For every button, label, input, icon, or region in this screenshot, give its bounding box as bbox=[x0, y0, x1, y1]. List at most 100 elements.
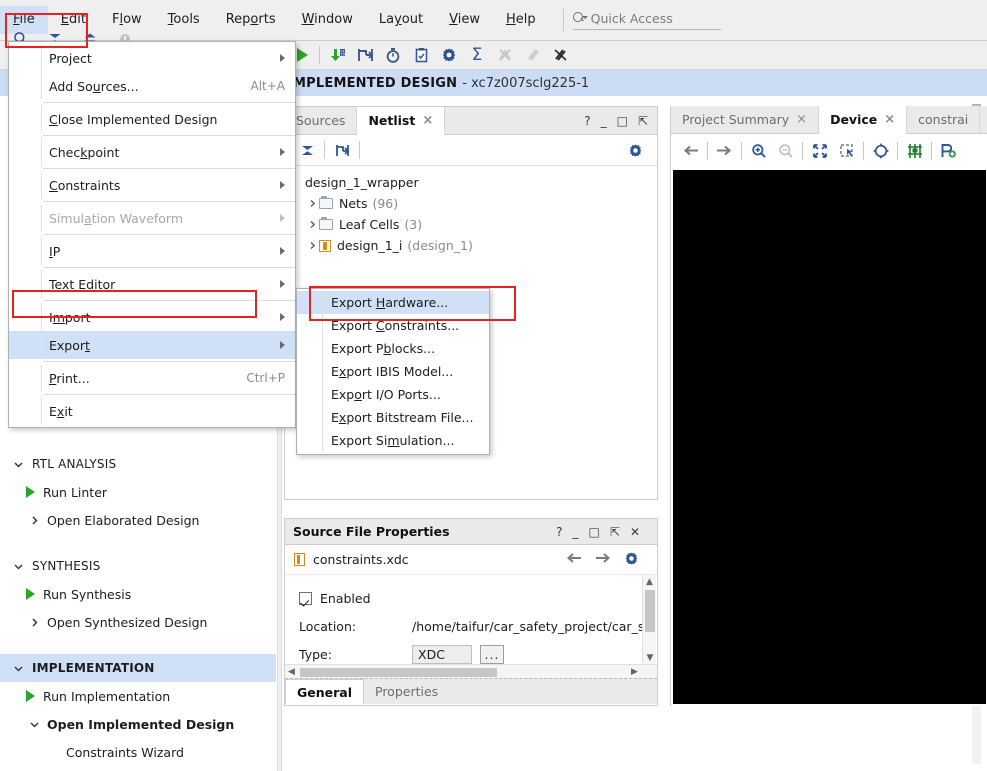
netlist-tree-row[interactable]: Leaf Cells (3) bbox=[285, 214, 657, 235]
flow-section-implementation[interactable]: IMPLEMENTATION bbox=[0, 654, 276, 682]
export-menu-item-export-i-o-ports[interactable]: Export I/O Ports... bbox=[297, 383, 489, 406]
file-menu-item-text-editor[interactable]: Text Editor bbox=[9, 270, 295, 298]
quick-access-input[interactable]: Quick Access bbox=[591, 11, 673, 26]
forward-arrow-icon[interactable] bbox=[595, 552, 611, 567]
file-menu-item-import[interactable]: Import bbox=[9, 303, 295, 331]
export-submenu-popup[interactable]: Export Hardware... Export Constraints... E… bbox=[296, 288, 490, 455]
file-menu-popup[interactable]: Project Add Sources... Alt+A Close Implemen… bbox=[8, 41, 296, 428]
netlist-tree-row[interactable]: Nets (96) bbox=[285, 193, 657, 214]
routing-icon[interactable] bbox=[901, 139, 928, 163]
tab-constrai[interactable]: constrai bbox=[907, 106, 981, 133]
help-icon[interactable]: ? bbox=[556, 526, 562, 538]
export-menu-item-export-constraints[interactable]: Export Constraints... bbox=[297, 314, 489, 337]
add-pblock-icon[interactable] bbox=[935, 139, 962, 163]
menubar-item-tools[interactable]: Tools bbox=[155, 6, 213, 34]
flow-item-constraints-wizard[interactable]: Constraints Wizard bbox=[0, 738, 276, 766]
enabled-row[interactable]: Enabled bbox=[299, 584, 657, 612]
export-menu-item-export-bitstream-file[interactable]: Export Bitstream File... bbox=[297, 406, 489, 429]
sfp-vertical-scrollbar[interactable]: ▲ ▼ bbox=[642, 575, 656, 664]
unmark-icon[interactable] bbox=[547, 43, 575, 67]
file-menu-item-export[interactable]: Export bbox=[9, 331, 295, 359]
zoom-in-icon[interactable] bbox=[745, 139, 772, 163]
hscroll-thumb[interactable] bbox=[300, 668, 497, 677]
file-menu-item-print[interactable]: Print... Ctrl+P bbox=[9, 364, 295, 392]
settings-icon[interactable] bbox=[435, 43, 463, 67]
menubar-item-reports[interactable]: Reports bbox=[213, 6, 289, 34]
help-icon[interactable]: ? bbox=[584, 115, 590, 127]
flow-item-open-elaborated-design[interactable]: Open Elaborated Design bbox=[0, 506, 276, 534]
float-icon[interactable]: ⇱ bbox=[638, 115, 648, 127]
sfp-horizontal-scrollbar[interactable]: ◀ ▶ bbox=[285, 664, 657, 678]
collapse-all-icon[interactable] bbox=[293, 138, 321, 162]
flow-item-run-synthesis[interactable]: Run Synthesis bbox=[0, 580, 276, 608]
minimize-icon[interactable]: _ bbox=[573, 526, 579, 538]
maximize-icon[interactable]: □ bbox=[617, 115, 628, 127]
back-arrow-icon[interactable] bbox=[677, 139, 704, 163]
netlist-tree[interactable]: design_1_wrapper Nets (96) Leaf Cells (3) des… bbox=[285, 166, 657, 256]
chevron-right-icon[interactable] bbox=[26, 515, 42, 526]
flow-item-open-implemented-design[interactable]: Open Implemented Design bbox=[0, 710, 276, 738]
chevron-right-icon[interactable] bbox=[305, 199, 319, 208]
file-menu-item-exit[interactable]: Exit bbox=[9, 397, 295, 425]
chevron-right-icon[interactable] bbox=[305, 220, 319, 229]
chevron-down-icon[interactable] bbox=[26, 719, 42, 730]
netlist-tree-row[interactable]: design_1_i (design_1) bbox=[285, 235, 657, 256]
quick-access[interactable]: Quick Access bbox=[572, 11, 721, 30]
flow-item-open-synthesized-design[interactable]: Open Synthesized Design bbox=[0, 608, 276, 636]
chevron-right-icon[interactable] bbox=[26, 617, 42, 628]
minimize-icon[interactable]: _ bbox=[601, 115, 607, 127]
close-icon[interactable]: × bbox=[884, 112, 895, 127]
sum-icon[interactable]: Σ bbox=[463, 43, 491, 67]
file-menu-item-add-sources[interactable]: Add Sources... Alt+A bbox=[9, 72, 295, 100]
tab-device[interactable]: Device × bbox=[819, 106, 908, 134]
timer-icon[interactable] bbox=[379, 43, 407, 67]
sfp-tab-general[interactable]: General bbox=[285, 679, 364, 704]
sfp-tab-properties[interactable]: Properties bbox=[364, 679, 449, 704]
scroll-right-arrow[interactable]: ▶ bbox=[628, 667, 641, 677]
flow-item-run-linter[interactable]: Run Linter bbox=[0, 478, 276, 506]
target-icon[interactable] bbox=[867, 139, 894, 163]
route-icon[interactable] bbox=[351, 43, 379, 67]
type-browse-button[interactable]: ... bbox=[480, 644, 504, 664]
settings-icon[interactable] bbox=[624, 551, 639, 569]
tab-netlist[interactable]: Netlist × bbox=[357, 107, 446, 135]
export-menu-item-export-pblocks[interactable]: Export Pblocks... bbox=[297, 337, 489, 360]
file-menu-item-checkpoint[interactable]: Checkpoint bbox=[9, 138, 295, 166]
back-arrow-icon[interactable] bbox=[566, 552, 582, 567]
type-value-field[interactable]: XDC bbox=[412, 644, 472, 664]
zoom-fit-icon[interactable] bbox=[806, 139, 833, 163]
file-menu-item-close-implemented-design[interactable]: Close Implemented Design bbox=[9, 105, 295, 133]
settings-icon[interactable] bbox=[621, 138, 649, 162]
netlist-tree-row[interactable]: design_1_wrapper bbox=[285, 172, 657, 193]
scroll-left-arrow[interactable]: ◀ bbox=[285, 667, 298, 677]
chevron-right-icon[interactable] bbox=[305, 241, 319, 250]
float-icon[interactable]: ⇱ bbox=[610, 526, 620, 538]
file-menu-item-constraints[interactable]: Constraints bbox=[9, 171, 295, 199]
export-menu-item-export-ibis-model[interactable]: Export IBIS Model... bbox=[297, 360, 489, 383]
chevron-down-icon[interactable] bbox=[10, 459, 26, 470]
close-icon[interactable]: × bbox=[422, 113, 433, 128]
close-icon[interactable]: ✕ bbox=[630, 526, 640, 538]
export-menu-item-export-hardware[interactable]: Export Hardware... bbox=[297, 291, 489, 314]
expand-levels-icon[interactable] bbox=[328, 138, 356, 162]
report-icon[interactable] bbox=[407, 43, 435, 67]
flow-section-rtl-analysis[interactable]: RTL ANALYSIS bbox=[0, 450, 276, 478]
menubar-item-help[interactable]: Help bbox=[493, 6, 549, 34]
export-menu-item-export-simulation[interactable]: Export Simulation... bbox=[297, 429, 489, 452]
tab-project-summary[interactable]: Project Summary × bbox=[671, 106, 820, 133]
menubar-item-view[interactable]: View bbox=[436, 6, 493, 34]
flow-item-run-implementation[interactable]: Run Implementation bbox=[0, 682, 276, 710]
forward-arrow-icon[interactable] bbox=[711, 139, 738, 163]
device-canvas[interactable] bbox=[673, 170, 986, 704]
chevron-down-icon[interactable] bbox=[10, 663, 26, 674]
zoom-area-icon[interactable] bbox=[833, 139, 860, 163]
maximize-icon[interactable]: □ bbox=[589, 526, 600, 538]
enabled-checkbox[interactable] bbox=[299, 591, 312, 605]
file-menu-item-project[interactable]: Project bbox=[9, 44, 295, 72]
chevron-down-icon[interactable] bbox=[10, 561, 26, 572]
scroll-down-arrow[interactable]: ▼ bbox=[643, 651, 657, 664]
flow-section-synthesis[interactable]: SYNTHESIS bbox=[0, 552, 276, 580]
scroll-thumb[interactable] bbox=[645, 590, 655, 632]
menubar-item-layout[interactable]: Layout bbox=[366, 6, 436, 34]
menubar-item-window[interactable]: Window bbox=[289, 6, 366, 34]
